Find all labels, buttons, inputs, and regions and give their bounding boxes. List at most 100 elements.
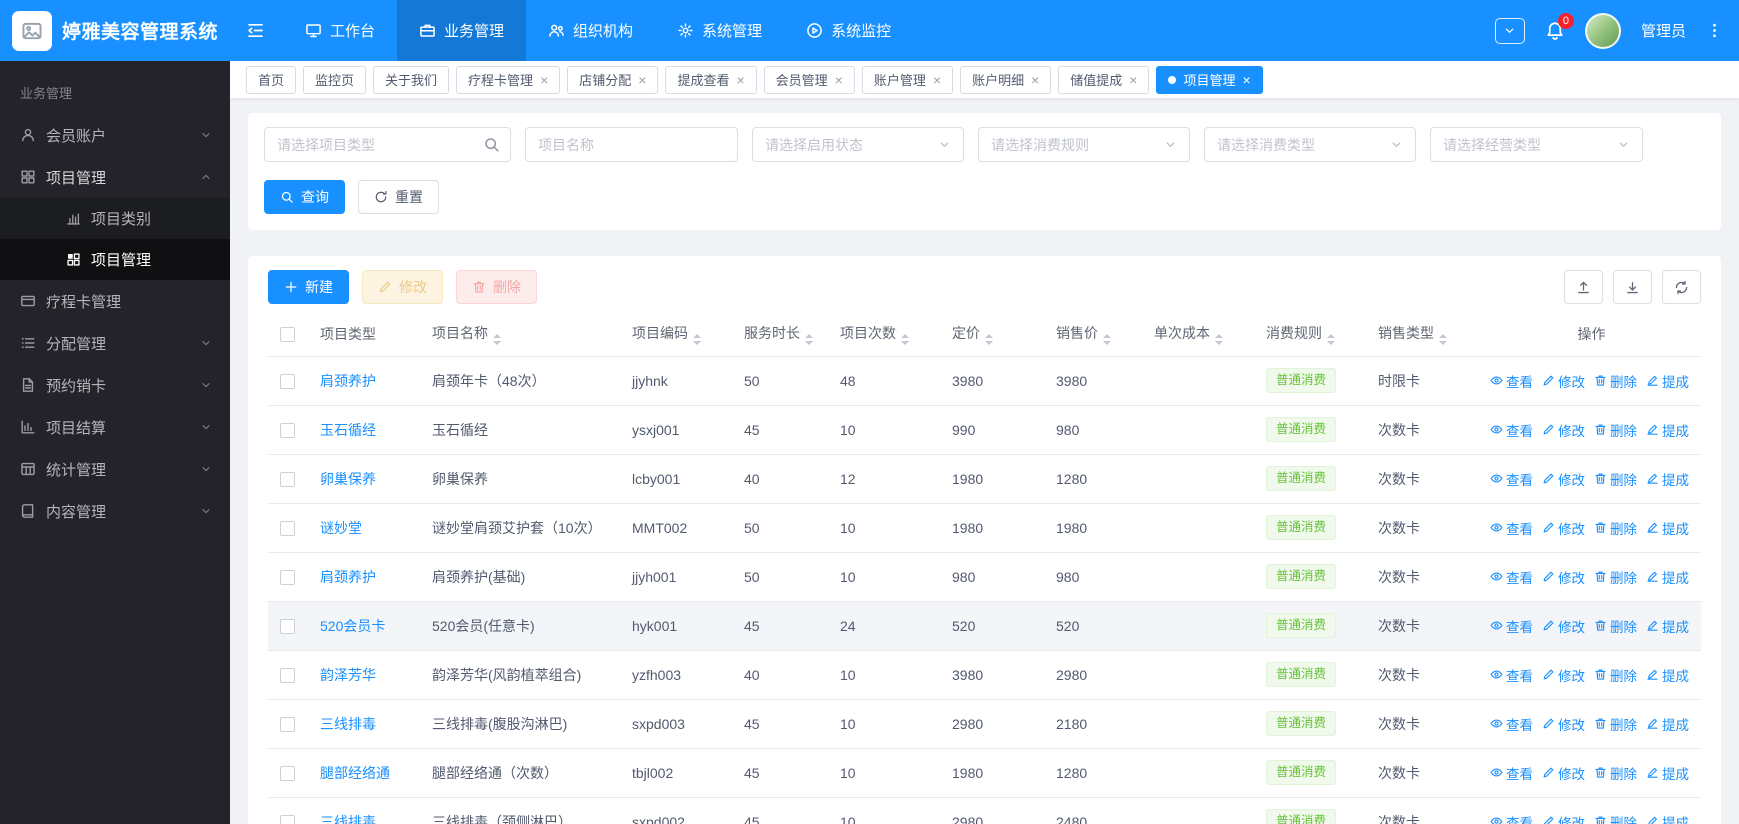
tab[interactable]: 提成查看 × <box>665 65 757 94</box>
tab-close-icon[interactable]: × <box>1242 73 1250 87</box>
sidebar-collapse-button[interactable] <box>246 21 265 40</box>
project-type-link[interactable]: 卵巢保养 <box>320 471 376 487</box>
edit-row-link[interactable]: 修改 <box>1542 420 1585 440</box>
sort-icon[interactable] <box>693 334 701 345</box>
sort-icon[interactable] <box>1215 334 1223 345</box>
commission-link[interactable]: 提成 <box>1646 371 1689 391</box>
project-type-link[interactable]: 三线排毒 <box>320 716 376 732</box>
top-nav-item[interactable]: 系统监控 <box>784 0 913 61</box>
sort-icon[interactable] <box>985 334 993 345</box>
sidebar-item[interactable]: 内容管理 <box>0 490 230 532</box>
delete-row-link[interactable]: 删除 <box>1594 371 1637 391</box>
delete-row-link[interactable]: 删除 <box>1594 420 1637 440</box>
delete-button[interactable]: 删除 <box>456 270 537 304</box>
delete-row-link[interactable]: 删除 <box>1594 567 1637 587</box>
edit-row-link[interactable]: 修改 <box>1542 812 1585 824</box>
tab-close-icon[interactable]: × <box>736 73 744 87</box>
sort-icon[interactable] <box>1439 334 1447 345</box>
sort-icon[interactable] <box>901 334 909 345</box>
tab-close-icon[interactable]: × <box>540 73 548 87</box>
tab[interactable]: 项目管理 × <box>1156 65 1263 94</box>
edit-row-link[interactable]: 修改 <box>1542 763 1585 783</box>
view-link[interactable]: 查看 <box>1490 763 1533 783</box>
sort-icon[interactable] <box>493 334 501 345</box>
project-type-link[interactable]: 肩颈养护 <box>320 373 376 389</box>
commission-link[interactable]: 提成 <box>1646 518 1689 538</box>
export-button[interactable] <box>1564 270 1603 304</box>
project-type-link[interactable]: 腿部经络通 <box>320 765 390 781</box>
project-type-link[interactable]: 韵泽芳华 <box>320 667 376 683</box>
row-checkbox[interactable] <box>280 422 295 438</box>
sort-icon[interactable] <box>805 334 813 345</box>
top-nav-item[interactable]: 业务管理 <box>397 0 527 61</box>
edit-row-link[interactable]: 修改 <box>1542 518 1585 538</box>
tab[interactable]: 关于我们 <box>373 65 450 94</box>
sidebar-item[interactable]: 疗程卡管理 <box>0 280 230 322</box>
filter-input[interactable] <box>525 127 738 162</box>
edit-row-link[interactable]: 修改 <box>1542 665 1585 685</box>
refresh-table-button[interactable] <box>1662 270 1701 304</box>
sidebar-subitem[interactable]: 项目管理 <box>0 239 230 280</box>
row-checkbox[interactable] <box>280 520 295 536</box>
tab[interactable]: 疗程卡管理 × <box>456 65 561 94</box>
delete-row-link[interactable]: 删除 <box>1594 469 1637 489</box>
query-button[interactable]: 查询 <box>264 180 345 214</box>
delete-row-link[interactable]: 删除 <box>1594 714 1637 734</box>
more-menu-button[interactable] <box>1706 22 1723 39</box>
tab[interactable]: 储值提成 × <box>1058 65 1150 94</box>
filter-input[interactable] <box>264 127 511 162</box>
edit-row-link[interactable]: 修改 <box>1542 371 1585 391</box>
tab-close-icon[interactable]: × <box>1031 73 1039 87</box>
view-link[interactable]: 查看 <box>1490 616 1533 636</box>
delete-row-link[interactable]: 删除 <box>1594 665 1637 685</box>
row-checkbox[interactable] <box>280 716 295 732</box>
tab[interactable]: 账户管理 × <box>861 65 954 94</box>
commission-link[interactable]: 提成 <box>1646 469 1689 489</box>
sidebar-item[interactable]: 统计管理 <box>0 448 230 490</box>
sort-icon[interactable] <box>1327 334 1335 345</box>
view-link[interactable]: 查看 <box>1490 469 1533 489</box>
edit-row-link[interactable]: 修改 <box>1542 567 1585 587</box>
row-checkbox[interactable] <box>280 618 295 634</box>
edit-row-link[interactable]: 修改 <box>1542 469 1585 489</box>
commission-link[interactable]: 提成 <box>1646 665 1689 685</box>
delete-row-link[interactable]: 删除 <box>1594 763 1637 783</box>
row-checkbox[interactable] <box>280 667 295 683</box>
tab[interactable]: 账户明细 × <box>960 65 1052 94</box>
view-link[interactable]: 查看 <box>1490 567 1533 587</box>
sort-icon[interactable] <box>1103 334 1111 345</box>
tab[interactable]: 监控页 <box>303 65 367 94</box>
project-type-link[interactable]: 玉石循经 <box>320 422 376 438</box>
filter-select[interactable]: 请选择消费规则 <box>978 127 1190 162</box>
commission-link[interactable]: 提成 <box>1646 763 1689 783</box>
project-type-link[interactable]: 肩颈养护 <box>320 569 376 585</box>
project-type-link[interactable]: 三线排毒 <box>320 814 376 824</box>
header-dropdown-button[interactable] <box>1494 17 1525 44</box>
filter-select[interactable]: 请选择消费类型 <box>1204 127 1416 162</box>
download-button[interactable] <box>1613 270 1652 304</box>
sidebar-subitem[interactable]: 项目类别 <box>0 198 230 239</box>
delete-row-link[interactable]: 删除 <box>1594 616 1637 636</box>
edit-row-link[interactable]: 修改 <box>1542 616 1585 636</box>
commission-link[interactable]: 提成 <box>1646 420 1689 440</box>
avatar[interactable] <box>1584 12 1621 49</box>
tab[interactable]: 首页 <box>246 65 297 94</box>
select-all-checkbox[interactable] <box>280 327 295 343</box>
row-checkbox[interactable] <box>280 471 295 487</box>
sidebar-item[interactable]: 项目结算 <box>0 406 230 448</box>
commission-link[interactable]: 提成 <box>1646 714 1689 734</box>
project-type-link[interactable]: 520会员卡 <box>320 618 385 634</box>
row-checkbox[interactable] <box>280 765 295 781</box>
sidebar-item[interactable]: 预约销卡 <box>0 364 230 406</box>
search-icon[interactable] <box>483 136 500 153</box>
delete-row-link[interactable]: 删除 <box>1594 812 1637 824</box>
commission-link[interactable]: 提成 <box>1646 616 1689 636</box>
view-link[interactable]: 查看 <box>1490 420 1533 440</box>
edit-row-link[interactable]: 修改 <box>1542 714 1585 734</box>
commission-link[interactable]: 提成 <box>1646 812 1689 824</box>
filter-select[interactable]: 请选择启用状态 <box>752 127 964 162</box>
view-link[interactable]: 查看 <box>1490 714 1533 734</box>
row-checkbox[interactable] <box>280 814 295 824</box>
row-checkbox[interactable] <box>280 569 295 585</box>
project-type-link[interactable]: 谜妙堂 <box>320 520 362 536</box>
